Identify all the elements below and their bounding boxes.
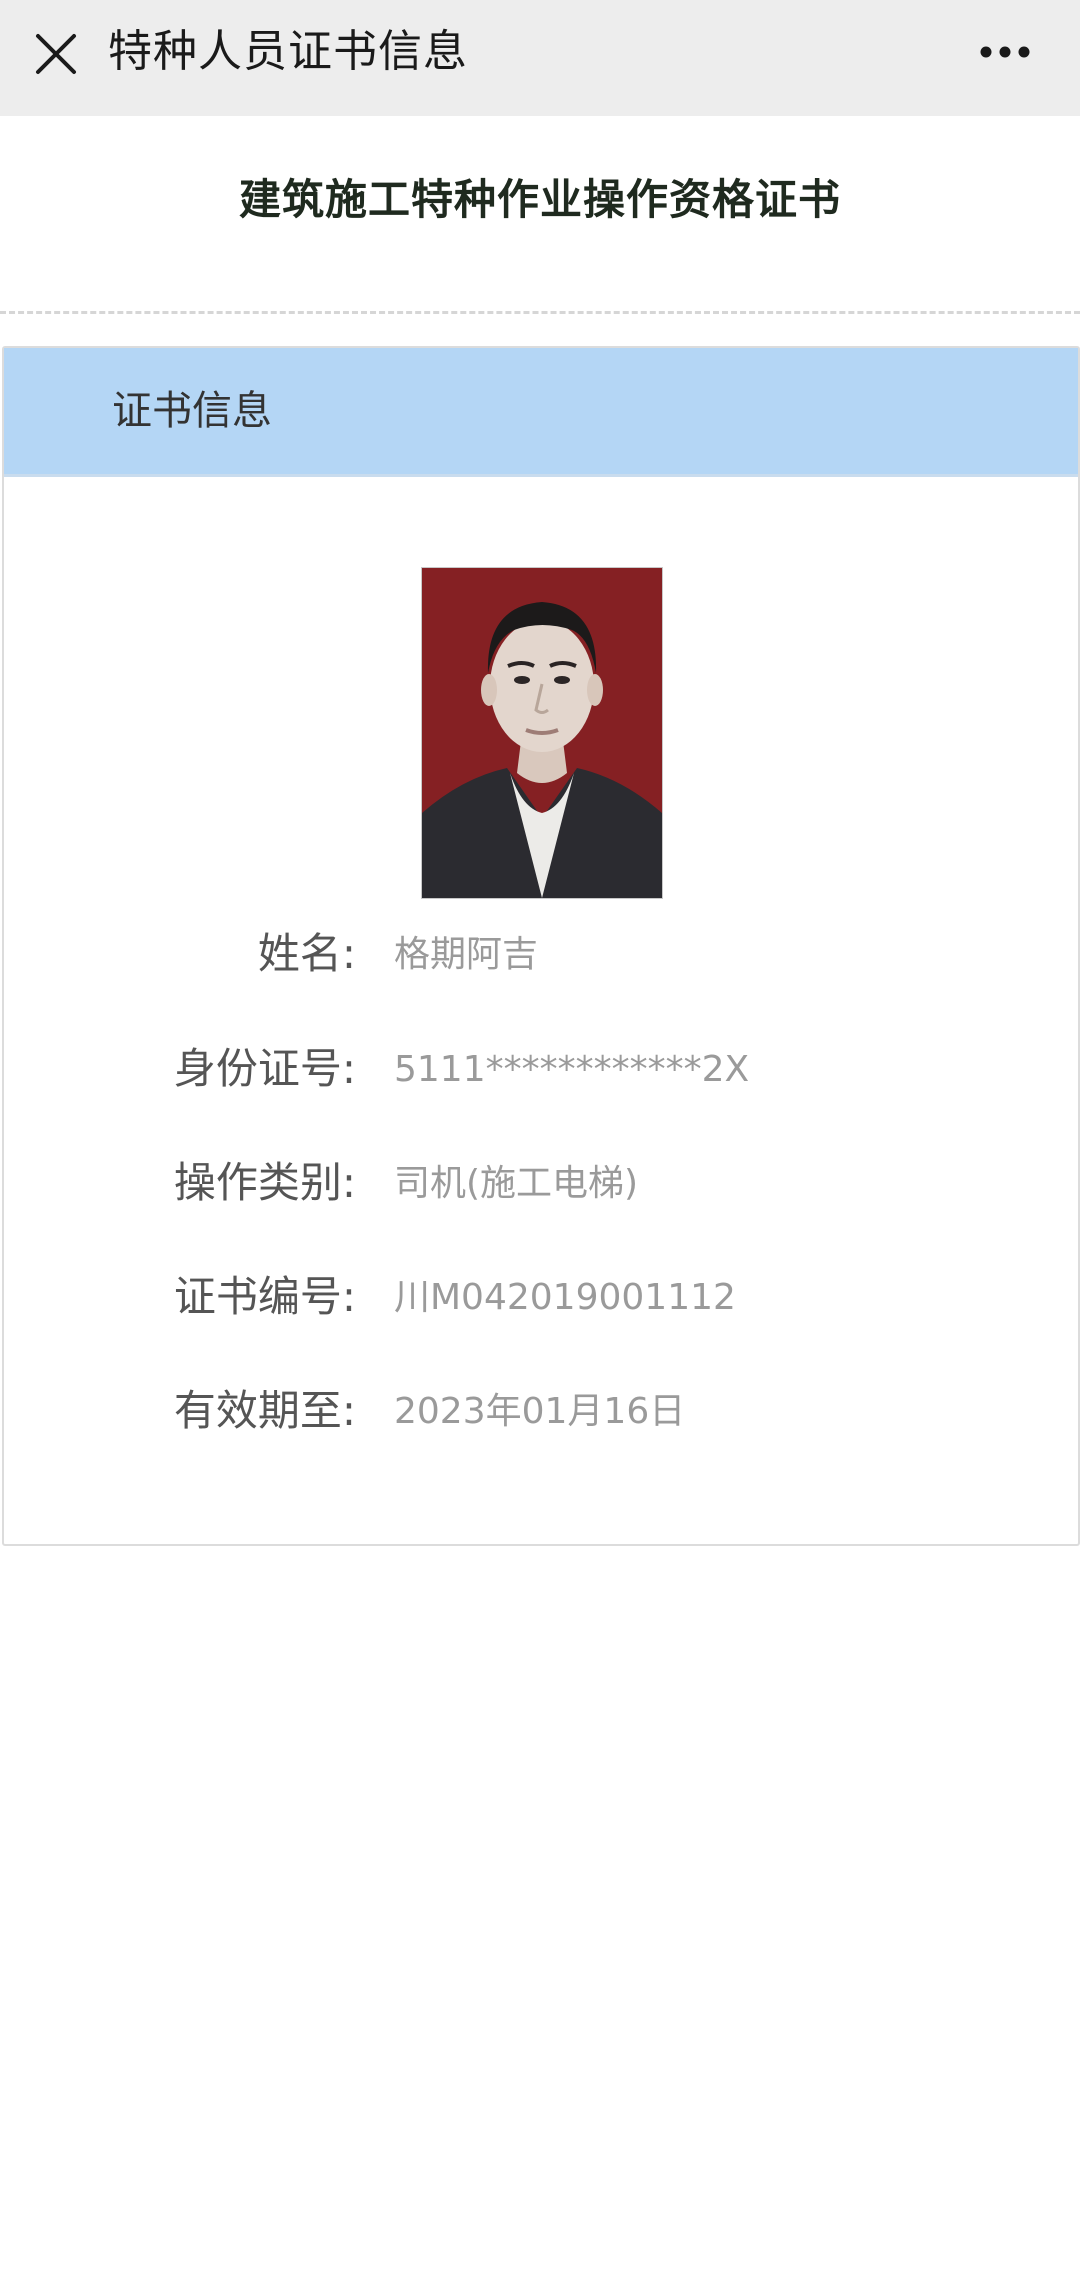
more-options-icon[interactable] bbox=[960, 22, 1050, 82]
info-row-operation-category: 操作类别: 司机(施工电梯) bbox=[4, 1147, 1078, 1217]
valid-until-label: 有效期至: bbox=[173, 1386, 356, 1435]
info-row-certificate-number: 证书编号: 川M042019001112 bbox=[4, 1261, 1078, 1331]
certificate-number-value: 川M042019001112 bbox=[394, 1277, 736, 1318]
close-icon[interactable] bbox=[18, 18, 92, 92]
card-header: 证书信息 bbox=[4, 348, 1078, 477]
info-row-name: 姓名: 格期阿吉 bbox=[4, 918, 1078, 988]
id-photo bbox=[421, 567, 663, 899]
valid-until-value: 2023年01月16日 bbox=[394, 1391, 686, 1432]
info-row-valid-until: 有效期至: 2023年01月16日 bbox=[4, 1375, 1078, 1445]
certificate-info-card: 证书信息 姓名: 格期阿吉 身份证号: 5111************2X 操… bbox=[2, 346, 1080, 1546]
id-number-value: 5111************2X bbox=[394, 1049, 750, 1090]
page-heading: 建筑施工特种作业操作资格证书 bbox=[238, 175, 841, 224]
card-header-title: 证书信息 bbox=[112, 388, 272, 434]
id-number-label: 身份证号: bbox=[173, 1044, 356, 1093]
window-title: 特种人员证书信息 bbox=[108, 26, 468, 77]
top-navigation-bar: 特种人员证书信息 bbox=[0, 0, 1080, 116]
name-value: 格期阿吉 bbox=[394, 934, 539, 975]
info-row-id-number: 身份证号: 5111************2X bbox=[4, 1033, 1078, 1103]
operation-category-label: 操作类别: bbox=[173, 1158, 356, 1207]
dashed-divider bbox=[0, 311, 1080, 314]
certificate-number-label: 证书编号: bbox=[173, 1272, 356, 1321]
name-label: 姓名: bbox=[257, 929, 356, 978]
operation-category-value: 司机(施工电梯) bbox=[394, 1163, 639, 1204]
